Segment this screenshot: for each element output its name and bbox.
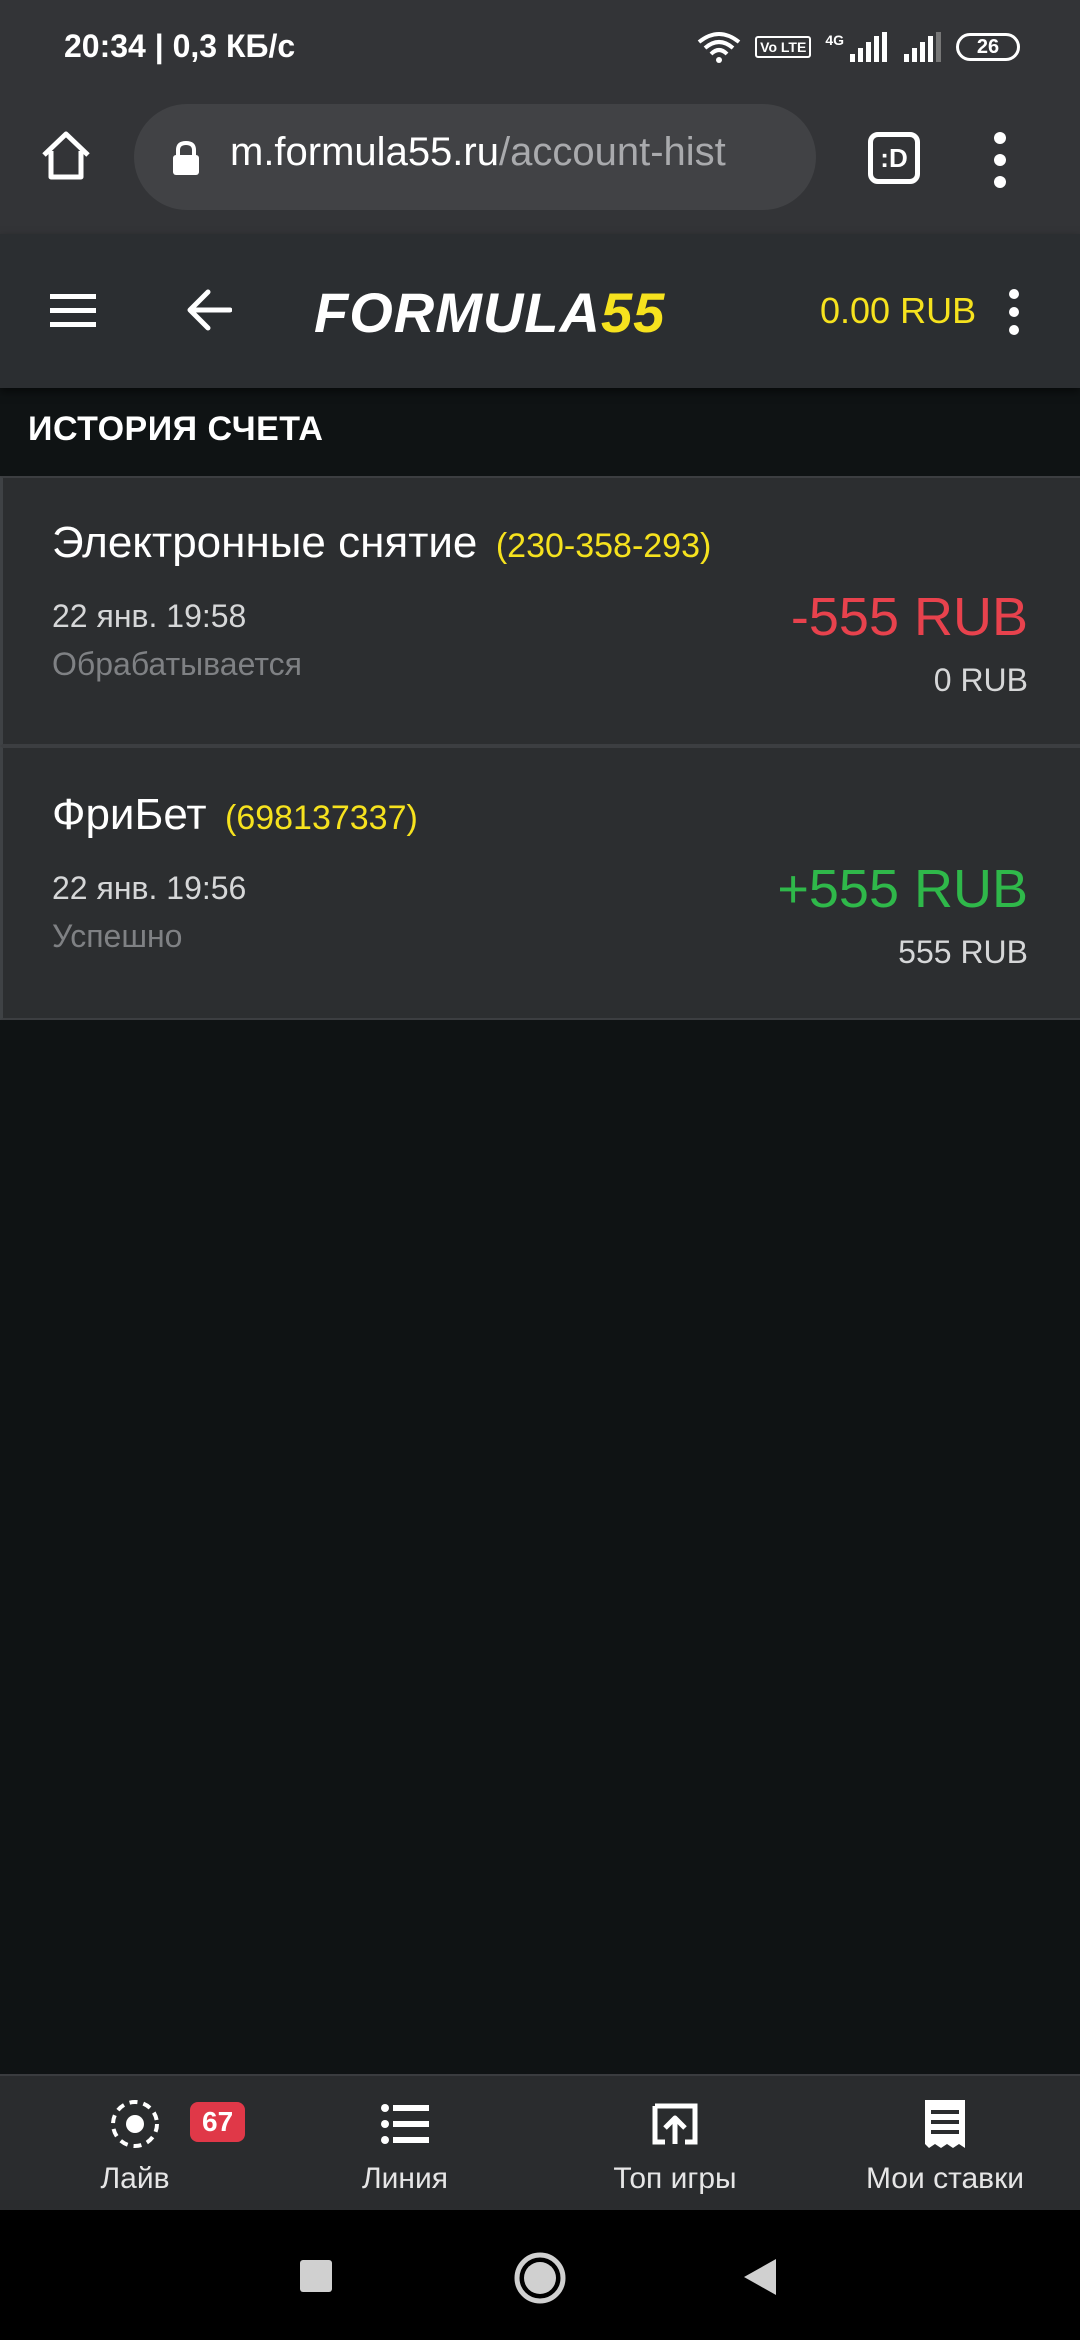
status-time: 20:34 | 0,3 КБ/с [64,28,296,64]
system-icons: Vo LTE 4G 26 [697,30,1020,64]
battery-icon: 26 [956,33,1020,61]
wifi-icon [697,32,741,63]
more-vert-icon[interactable] [990,130,1010,190]
nav-line[interactable]: Линия [340,2074,470,2210]
volte-icon: Vo LTE [755,36,812,58]
lock-icon [173,140,199,175]
list-icon [381,2104,429,2144]
menu-icon[interactable] [50,292,96,328]
more-vert-icon[interactable] [1006,288,1022,336]
network-type-label: 4G [825,32,844,48]
live-count-badge: 67 [190,2102,246,2142]
top-games-icon [652,2103,698,2145]
transaction-amount: +555 RUB [777,859,1028,919]
transaction-id: (698137337) [225,799,418,837]
nav-line-label: Линия [361,2162,448,2195]
transaction-id: (230-358-293) [495,527,712,565]
home-circle-icon[interactable] [512,2250,568,2306]
back-arrow-icon[interactable] [186,288,232,332]
transaction-balance: 0 RUB [933,662,1028,698]
back-triangle-icon[interactable] [740,2256,780,2298]
logo-number: 55 [600,281,666,344]
transaction-balance: 555 RUB [898,934,1028,970]
signal-icon-2 [904,32,941,62]
nav-my-bets[interactable]: Мои ставки [855,2074,1035,2210]
battery-level: 26 [976,35,1000,58]
nav-live[interactable]: Лайв [70,2074,200,2210]
transaction-date: 22 янв. 19:56 [52,870,247,906]
header-balance[interactable]: 0.00 RUB [820,290,976,332]
transaction-status: Обрабатывается [52,646,302,682]
live-icon [111,2100,159,2148]
transaction-header: Электронные снятие (230-358-293) [52,518,711,568]
nav-top-games-label: Топ игры [613,2162,737,2195]
receipt-icon [925,2100,965,2148]
url-text[interactable]: m.formula55.ru/account-hist [230,130,800,175]
tabs-label: :D [880,142,908,173]
transaction-date: 22 янв. 19:58 [52,598,247,634]
url-host: m.formula55.ru [230,130,499,174]
recents-icon[interactable] [298,2258,334,2294]
transaction-header: ФриБет (698137337) [52,790,418,840]
transaction-amount: -555 RUB [790,587,1028,647]
signal-icon [850,32,887,62]
transaction-title: ФриБет [52,790,207,839]
tabs-button[interactable]: :D [868,132,920,184]
home-icon[interactable] [38,127,94,183]
url-path: /account-hist [498,130,726,174]
logo-text: FORMULA [314,281,601,344]
page-title: ИСТОРИЯ СЧЕТА [28,410,324,448]
transaction-status: Успешно [52,918,183,954]
site-logo[interactable]: FORMULA55 [314,280,665,345]
nav-my-bets-label: Мои ставки [865,2162,1024,2195]
nav-top-games[interactable]: Топ игры [595,2074,755,2210]
nav-live-label: Лайв [100,2162,170,2195]
transaction-title: Электронные снятие [52,518,478,567]
